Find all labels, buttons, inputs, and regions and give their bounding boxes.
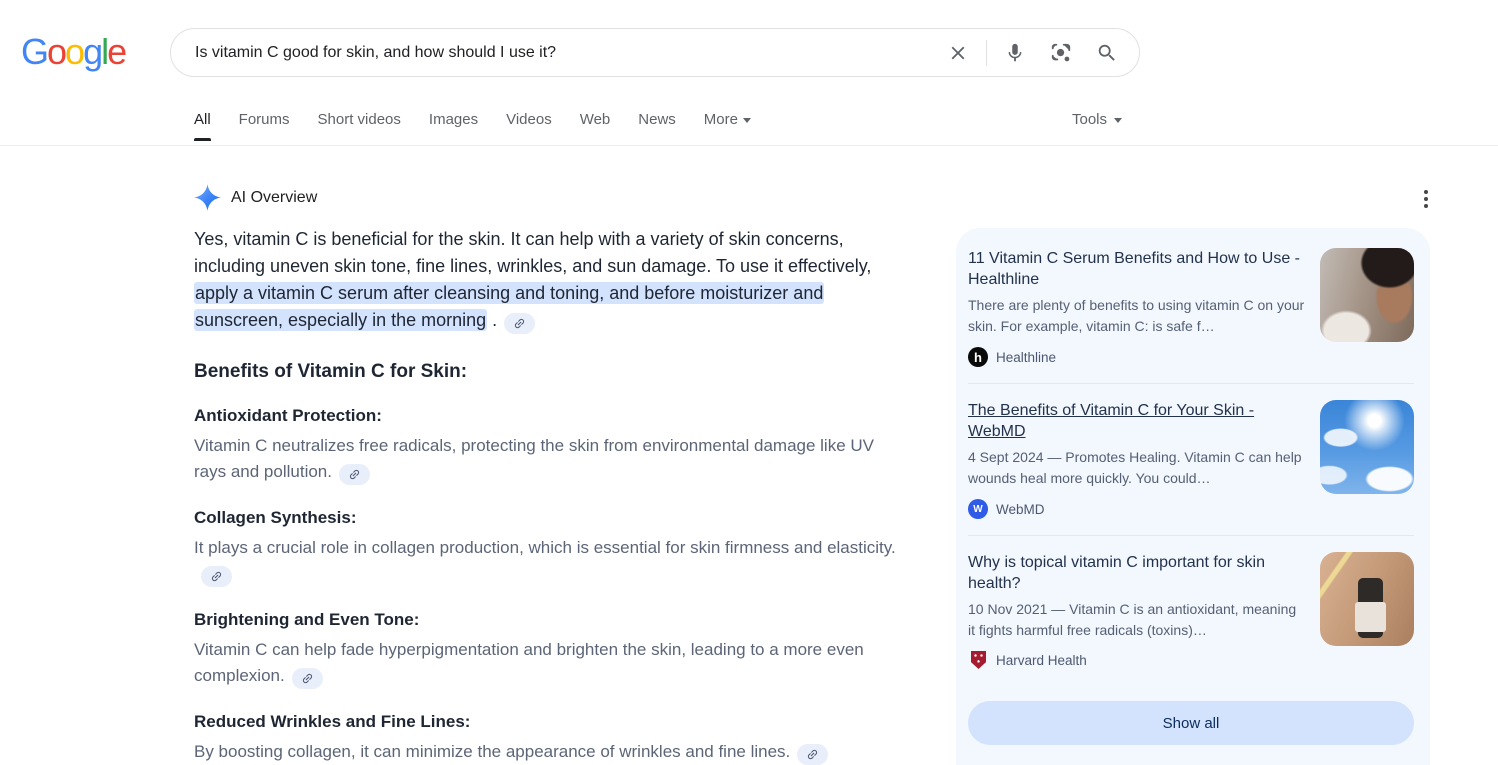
source-thumbnail[interactable] xyxy=(1320,248,1414,342)
benefit-item: Brightening and Even Tone: Vitamin C can… xyxy=(194,610,903,689)
logo-letter: G xyxy=(21,31,47,72)
harvard-health-logo-icon xyxy=(971,651,986,669)
link-icon xyxy=(298,669,316,687)
benefit-item: Antioxidant Protection: Vitamin C neutra… xyxy=(194,406,903,485)
tab-videos[interactable]: Videos xyxy=(506,111,552,128)
sources-panel: 11 Vitamin C Serum Benefits and How to U… xyxy=(956,228,1430,765)
chevron-down-icon xyxy=(743,118,751,123)
benefit-title: Antioxidant Protection: xyxy=(194,406,903,426)
source-link-chip[interactable] xyxy=(292,668,323,689)
divider xyxy=(986,40,987,66)
logo-letter: o xyxy=(65,31,83,72)
link-icon xyxy=(207,567,225,585)
tab-forums[interactable]: Forums xyxy=(239,111,290,128)
intro-text: . xyxy=(487,310,497,330)
source-attribution: W WebMD xyxy=(968,499,1306,519)
tab-more[interactable]: More xyxy=(704,111,751,128)
source-attribution: h Healthline xyxy=(968,347,1306,367)
benefit-body: Vitamin C neutralizes free radicals, pro… xyxy=(194,436,874,481)
source-card[interactable]: The Benefits of Vitamin C for Your Skin … xyxy=(968,383,1414,535)
link-icon xyxy=(345,465,363,483)
source-card-snippet: 10 Nov 2021 — Vitamin C is an antioxidan… xyxy=(968,599,1306,641)
source-card[interactable]: Why is topical vitamin C important for s… xyxy=(968,535,1414,685)
google-logo[interactable]: Google xyxy=(21,31,125,73)
tab-news[interactable]: News xyxy=(638,111,676,128)
benefit-body: It plays a crucial role in collagen prod… xyxy=(194,538,896,557)
source-card-title[interactable]: The Benefits of Vitamin C for Your Skin … xyxy=(968,400,1306,442)
show-all-button[interactable]: Show all xyxy=(968,701,1414,745)
tab-web[interactable]: Web xyxy=(580,111,611,128)
benefit-title: Collagen Synthesis: xyxy=(194,508,903,528)
clear-search-icon[interactable] xyxy=(946,41,970,65)
logo-letter: o xyxy=(47,31,65,72)
results-tab-bar: All Forums Short videos Images Videos We… xyxy=(194,111,751,128)
search-bar[interactable] xyxy=(170,28,1140,77)
intro-text: Yes, vitamin C is beneficial for the ski… xyxy=(194,229,871,276)
ai-sparkle-icon xyxy=(194,184,221,211)
ai-overview-content: Yes, vitamin C is beneficial for the ski… xyxy=(194,226,903,765)
webmd-logo-icon: W xyxy=(968,499,988,519)
chevron-down-icon xyxy=(1114,118,1122,123)
benefit-body: By boosting collagen, it can minimize th… xyxy=(194,742,790,761)
source-link-chip[interactable] xyxy=(339,464,370,485)
source-name: Healthline xyxy=(996,350,1056,365)
source-thumbnail[interactable] xyxy=(1320,552,1414,646)
google-lens-icon[interactable] xyxy=(1049,41,1073,65)
source-link-chip[interactable] xyxy=(201,566,232,587)
ai-overview-label: AI Overview xyxy=(231,189,317,207)
overview-menu-icon[interactable] xyxy=(1417,190,1435,210)
source-link-chip[interactable] xyxy=(504,313,535,334)
source-thumbnail[interactable] xyxy=(1320,400,1414,494)
voice-search-icon[interactable] xyxy=(1003,41,1027,65)
link-icon xyxy=(804,745,822,763)
source-attribution: Harvard Health xyxy=(968,651,1306,669)
source-name: Harvard Health xyxy=(996,653,1087,668)
source-card-snippet: There are plenty of benefits to using vi… xyxy=(968,295,1306,337)
source-card[interactable]: 11 Vitamin C Serum Benefits and How to U… xyxy=(968,240,1414,383)
overview-intro-paragraph: Yes, vitamin C is beneficial for the ski… xyxy=(194,226,903,334)
tab-all[interactable]: All xyxy=(194,111,211,128)
search-input[interactable] xyxy=(195,44,946,62)
link-icon xyxy=(510,314,528,332)
source-link-chip[interactable] xyxy=(797,744,828,765)
source-card-title[interactable]: 11 Vitamin C Serum Benefits and How to U… xyxy=(968,248,1306,290)
logo-letter: e xyxy=(107,31,125,72)
source-card-snippet: 4 Sept 2024 — Promotes Healing. Vitamin … xyxy=(968,447,1306,489)
tab-images[interactable]: Images xyxy=(429,111,478,128)
logo-letter: g xyxy=(83,31,101,72)
benefit-title: Reduced Wrinkles and Fine Lines: xyxy=(194,712,903,732)
source-name: WebMD xyxy=(996,502,1045,517)
benefit-item: Collagen Synthesis: It plays a crucial r… xyxy=(194,508,903,587)
benefits-section-title: Benefits of Vitamin C for Skin: xyxy=(194,361,903,383)
tools-button[interactable]: Tools xyxy=(1072,111,1122,128)
search-icon[interactable] xyxy=(1095,41,1119,65)
benefit-title: Brightening and Even Tone: xyxy=(194,610,903,630)
benefit-item: Reduced Wrinkles and Fine Lines: By boos… xyxy=(194,712,903,765)
search-header: Google All Forums Short videos xyxy=(0,0,1498,146)
ai-overview-header: AI Overview xyxy=(194,184,317,211)
tab-short-videos[interactable]: Short videos xyxy=(318,111,401,128)
healthline-logo-icon: h xyxy=(968,347,988,367)
source-card-title[interactable]: Why is topical vitamin C important for s… xyxy=(968,552,1306,594)
